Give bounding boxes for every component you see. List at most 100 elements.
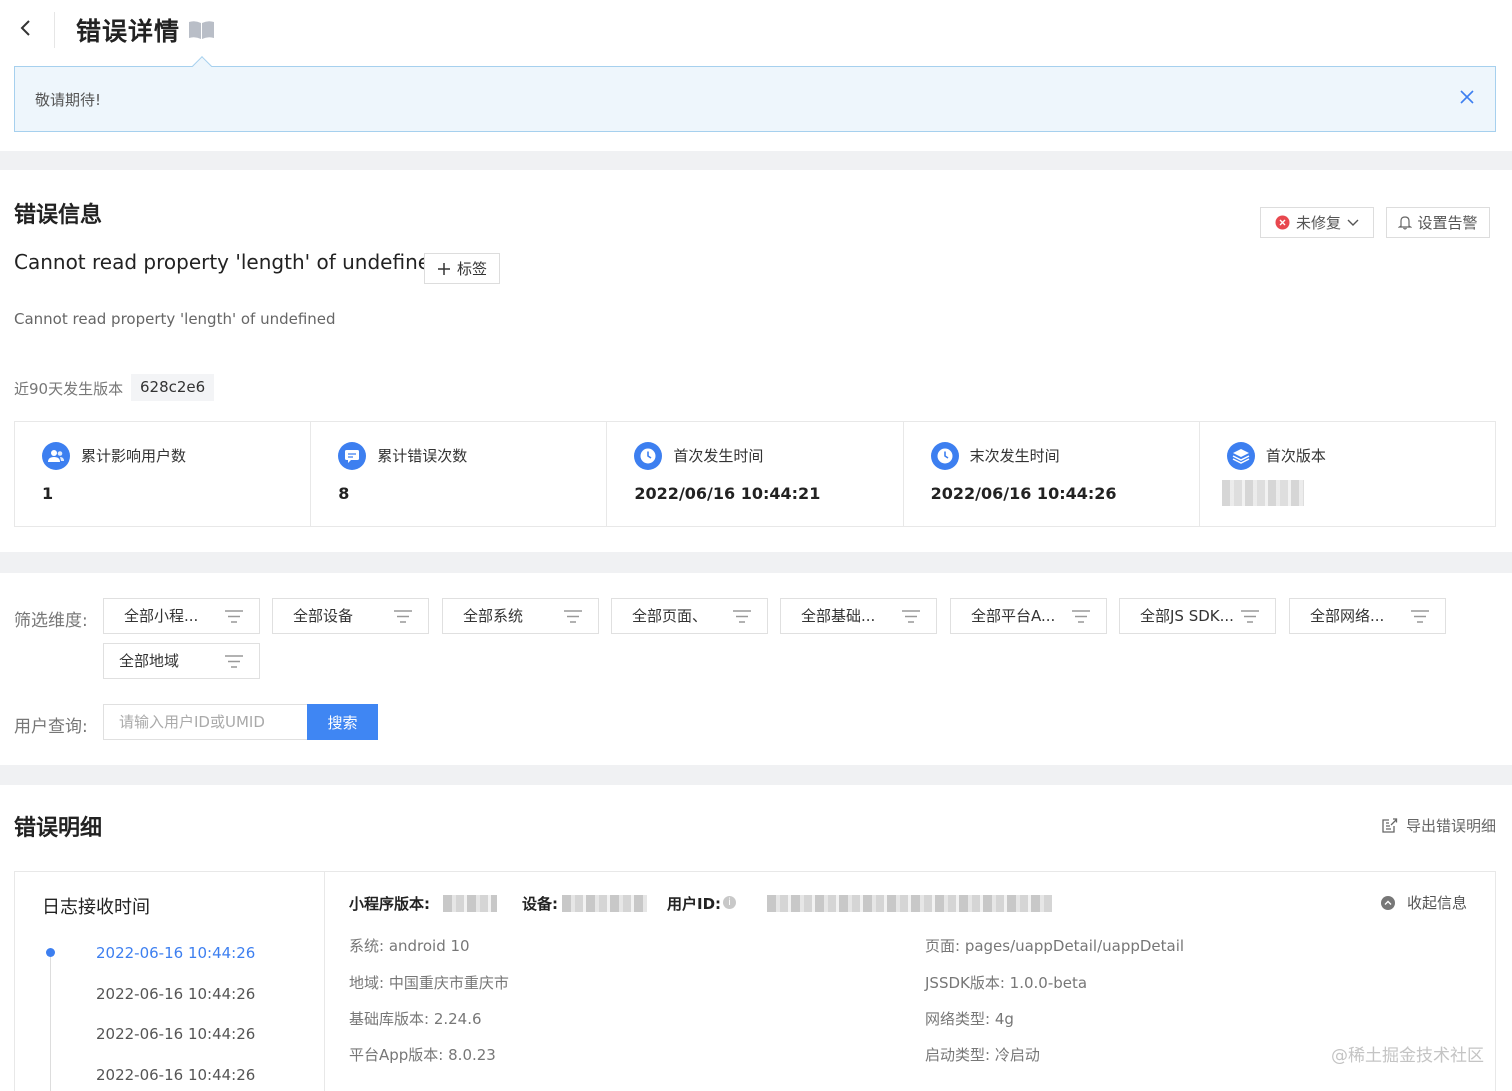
bell-icon	[1398, 216, 1413, 230]
filter-text: 全部平台A...	[971, 607, 1056, 625]
error-detail-panel: 日志接收时间 2022-06-16 10:44:26 2022-06-16 10…	[14, 871, 1496, 1091]
search-button[interactable]: 搜索	[307, 704, 378, 740]
user-search-input[interactable]	[103, 704, 308, 740]
back-button[interactable]	[14, 14, 38, 42]
error-info-title: 错误信息	[14, 203, 103, 228]
filter-text: 全部JS SDK...	[1140, 607, 1234, 625]
stat-value: 2022/06/16 10:44:21	[634, 484, 821, 503]
log-item[interactable]: 2022-06-16 10:44:26	[96, 985, 255, 1003]
log-item[interactable]: 2022-06-16 10:44:26	[96, 944, 255, 962]
redacted-value	[443, 895, 497, 912]
filter-text: 全部系统	[463, 607, 524, 625]
filter-text: 全部基础...	[801, 607, 876, 625]
filter-icon	[733, 610, 751, 623]
stat-label: 末次发生时间	[969, 447, 1060, 465]
stat-label: 首次发生时间	[673, 447, 764, 465]
plus-icon	[437, 262, 450, 275]
collapse-info-button[interactable]: 收起信息	[1380, 892, 1467, 913]
filter-region[interactable]: 全部地域	[103, 643, 260, 679]
stat-value: 2022/06/16 10:44:26	[930, 484, 1117, 503]
network-info: 网络类型: 4g	[925, 1010, 1014, 1028]
chevron-up-circle-icon	[1380, 895, 1395, 910]
stat-label: 累计影响用户数	[81, 447, 187, 465]
clock-icon	[930, 442, 959, 470]
section-gap	[0, 552, 1512, 573]
page-title: 错误详情	[76, 17, 181, 46]
section-gap	[0, 765, 1512, 785]
redacted-value	[767, 895, 1052, 912]
filter-network[interactable]: 全部网络...	[1289, 598, 1446, 634]
filter-platform-app[interactable]: 全部平台A...	[950, 598, 1107, 634]
filter-miniapp[interactable]: 全部小程...	[103, 598, 260, 634]
notice-banner: 敬请期待!	[14, 66, 1496, 132]
export-label: 导出错误明细	[1405, 817, 1496, 835]
redacted-value	[562, 895, 647, 912]
page: 错误详情 敬请期待! 错误信息 未修复 设置告警 Cannot read pro…	[0, 0, 1512, 1091]
export-icon	[1382, 818, 1398, 833]
filter-text: 全部页面、	[632, 607, 708, 625]
add-tag-button[interactable]: 标签	[424, 253, 500, 284]
close-icon[interactable]	[1457, 87, 1477, 107]
export-button[interactable]: 导出错误明细	[1381, 815, 1496, 836]
filter-label: 筛选维度:	[14, 611, 88, 631]
filter-icon	[1411, 610, 1429, 623]
filter-icon	[394, 610, 412, 623]
chevron-left-icon	[20, 20, 30, 36]
system-info: 系统: android 10	[349, 937, 470, 955]
filter-base-lib[interactable]: 全部基础...	[780, 598, 937, 634]
stat-first-time: 首次发生时间 2022/06/16 10:44:21	[607, 422, 904, 526]
error-detail-title: 错误明细	[14, 816, 103, 841]
stat-value: 1	[42, 484, 54, 503]
filter-system[interactable]: 全部系统	[442, 598, 599, 634]
region-info: 地域: 中国重庆市重庆市	[349, 974, 509, 992]
redacted-value	[1221, 480, 1304, 506]
filter-icon	[1241, 610, 1259, 623]
section-gap	[0, 151, 1512, 170]
page-info: 页面: pages/uappDetail/uappDetail	[925, 937, 1185, 955]
users-icon	[42, 442, 70, 470]
filter-text: 全部设备	[293, 607, 354, 625]
log-item[interactable]: 2022-06-16 10:44:26	[96, 1025, 255, 1043]
error-message: Cannot read property 'length' of undefin…	[14, 250, 443, 274]
status-label: 未修复	[1295, 214, 1341, 232]
status-dropdown[interactable]: 未修复	[1260, 207, 1374, 238]
filter-icon	[902, 610, 920, 623]
error-circle-icon	[1275, 215, 1290, 230]
filter-icon	[1072, 610, 1090, 623]
platform-app-info: 平台App版本: 8.0.23	[349, 1046, 496, 1064]
filter-device[interactable]: 全部设备	[272, 598, 429, 634]
set-alarm-button[interactable]: 设置告警	[1386, 207, 1490, 238]
version-chip: 628c2e6	[131, 374, 215, 401]
error-sub-message: Cannot read property 'length' of undefin…	[14, 310, 336, 328]
book-icon[interactable]	[188, 19, 215, 41]
filter-icon	[564, 610, 582, 623]
notice-text: 敬请期待!	[35, 91, 102, 109]
filter-icon	[225, 610, 243, 623]
user-id-label: 用户ID:	[667, 895, 722, 913]
stats-panel: 累计影响用户数 1 累计错误次数 8 首次发生时间 2022/06/16 10:…	[14, 421, 1496, 527]
filter-page[interactable]: 全部页面、	[611, 598, 768, 634]
header-divider	[54, 12, 55, 48]
stat-first-version: 首次版本	[1200, 422, 1495, 526]
filter-text: 全部小程...	[124, 607, 199, 625]
log-item[interactable]: 2022-06-16 10:44:26	[96, 1066, 255, 1084]
set-alarm-label: 设置告警	[1417, 214, 1478, 232]
miniapp-version-label: 小程序版本:	[349, 895, 430, 913]
timeline-line	[50, 952, 51, 1091]
filter-js-sdk[interactable]: 全部JS SDK...	[1119, 598, 1276, 634]
filter-text: 全部地域	[119, 652, 180, 670]
stat-label: 累计错误次数	[377, 447, 468, 465]
filter-text: 全部网络...	[1310, 607, 1385, 625]
stat-value: 8	[338, 484, 350, 503]
add-tag-label: 标签	[456, 260, 487, 278]
clock-icon	[634, 442, 663, 470]
log-title: 日志接收时间	[42, 897, 150, 918]
info-icon[interactable]: i	[723, 896, 736, 909]
collapse-label: 收起信息	[1406, 894, 1467, 912]
jssdk-info: JSSDK版本: 1.0.0-beta	[925, 974, 1088, 992]
launch-info: 启动类型: 冷启动	[925, 1046, 1040, 1064]
chevron-down-icon	[1347, 219, 1359, 226]
stat-label: 首次版本	[1265, 447, 1326, 465]
version-label: 近90天发生版本	[14, 380, 124, 398]
stat-affected-users: 累计影响用户数 1	[15, 422, 312, 526]
